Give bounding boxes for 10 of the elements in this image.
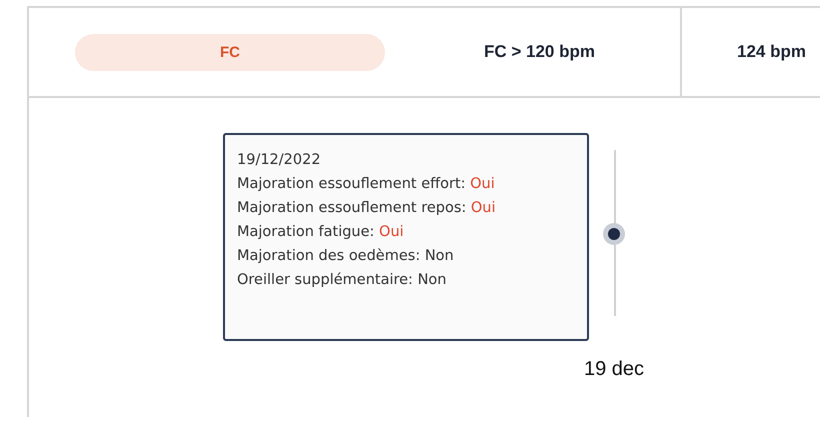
label-badge: FC (75, 34, 385, 70)
tooltip-line: Majoration des oedèmes: Non (237, 247, 455, 266)
tooltip-date: 19/12/2022 (237, 151, 322, 170)
tooltip-line: Oreiller supplémentaire: Non (237, 271, 448, 290)
tooltip-line: Majoration essouflement effort: Oui (237, 175, 496, 194)
tooltip-line: Majoration essouflement repos: Oui (237, 199, 497, 218)
annotation-text: 19 dec (584, 358, 644, 381)
criterion-text: FC > 120 bpm (484, 42, 595, 62)
value-text: 124 bpm (680, 8, 820, 96)
tooltip-line: Majoration fatigue: Oui (237, 223, 405, 242)
